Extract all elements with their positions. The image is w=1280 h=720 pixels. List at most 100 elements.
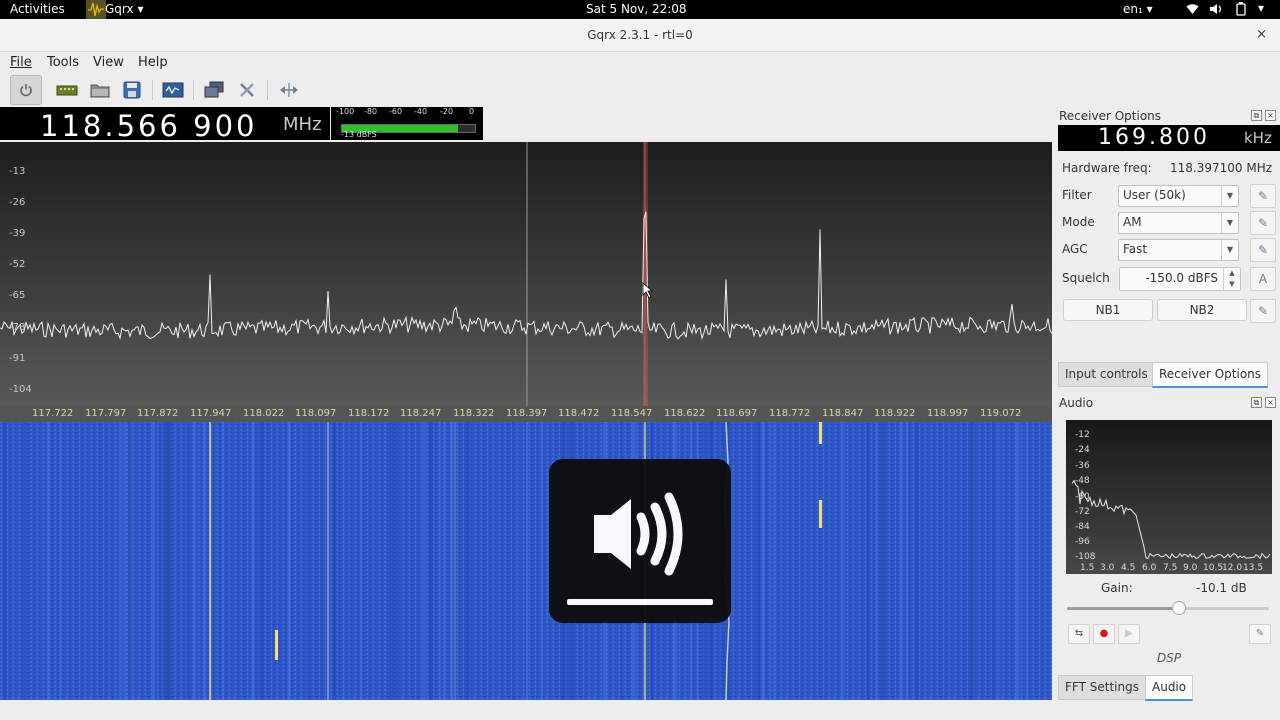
menu-tools[interactable]: Tools [47,55,79,70]
audio-y-tick: -72 [1075,507,1090,517]
window-title: Gqrx 2.3.1 - rtl=0 [587,28,693,42]
close-panel-icon[interactable]: × [1265,110,1276,121]
spectrum-plot[interactable]: -13 -26 -39 -52 -65 -78 -91 -104 [0,142,1052,406]
x-axis-tick: 118.472 [558,408,600,419]
hardware-freq-value: 118.397100 MHz [1170,161,1273,175]
receiver-options-title: Receiver Options [1059,109,1162,123]
udp-stream-button[interactable]: ⇆ [1068,624,1090,644]
noise-blanker-settings-button[interactable]: ✎ [1250,299,1276,323]
meter-scale-label: -60 [389,107,403,116]
battery-icon[interactable] [1236,2,1246,19]
close-window-button[interactable]: × [1256,27,1267,42]
signal-meter: -100 -80 -60 -40 -20 0 -13 dBFS [331,107,483,140]
menu-view[interactable]: View [93,55,124,70]
fullscreen-button[interactable] [276,77,302,103]
menu-help[interactable]: Help [138,55,168,70]
save-button[interactable] [119,77,145,103]
fullscreen-icon [280,83,298,97]
meter-scale-label: -80 [364,107,378,116]
float-panel-icon[interactable]: ⧉ [1251,397,1262,408]
spin-arrows-icon[interactable]: ▲ ▼ [1223,268,1240,290]
power-button[interactable] [10,75,42,105]
filter-offset-display[interactable]: 169.800 kHz [1058,125,1280,151]
agc-settings-button[interactable]: ✎ [1250,238,1276,262]
nb1-button[interactable]: NB1 [1063,299,1153,321]
play-button[interactable]: ▶ [1118,624,1140,644]
x-axis-tick: 118.097 [295,408,337,419]
tab-receiver-options[interactable]: Receiver Options [1152,362,1269,388]
x-axis-tick: 117.947 [190,408,232,419]
frequency-display[interactable]: 118.566 900 MHz [0,107,330,143]
audio-y-tick: -48 [1075,476,1090,486]
audio-x-tick: 7.5 [1163,563,1178,573]
x-axis-tick: 117.797 [85,408,127,419]
meter-scale-label: -40 [414,107,428,116]
record-button[interactable]: ● [1093,624,1115,644]
screenshot-icon [162,82,184,98]
x-axis-tick: 117.872 [137,408,179,419]
meter-level-label: -13 dBFS [341,130,377,139]
x-axis-tick: 118.697 [716,408,758,419]
audio-x-tick: 13.5 [1243,563,1264,573]
x-axis-tick: 118.922 [874,408,916,419]
configure-device-button[interactable] [201,77,227,103]
audio-x-tick: 6.0 [1142,563,1157,573]
toolbar [0,74,1280,106]
app-menu-button[interactable]: Gqrx ▾ [105,2,144,16]
spectrum-trace [0,211,1052,341]
close-panel-icon[interactable]: × [1265,397,1276,408]
hardware-icon [56,85,78,96]
squelch-spinbox[interactable]: -150.0 dBFS ▲ ▼ [1119,267,1241,291]
frequency-unit: MHz [283,114,322,135]
filter-settings-button[interactable]: ✎ [1250,184,1276,208]
gain-slider-fill [1067,607,1179,610]
tab-input-controls[interactable]: Input controls [1058,362,1155,387]
settings-icon [240,83,254,97]
nb2-button[interactable]: NB2 [1157,299,1247,321]
float-panel-icon[interactable]: ⧉ [1251,110,1262,121]
audio-x-tick: 1.5 [1080,563,1095,573]
chevron-down-icon: ▼ [1221,240,1238,260]
configure-device-icon [204,81,224,98]
screenshot-button[interactable] [160,77,186,103]
x-axis-tick: 118.622 [664,408,706,419]
volume-icon[interactable] [1209,3,1224,18]
settings-icon: ✎ [1255,628,1265,639]
frequency-value[interactable]: 118.566 900 [40,109,258,143]
gain-label: Gain: [1101,581,1133,595]
mode-select[interactable]: AM ▼ [1118,212,1239,234]
wifi-icon[interactable] [1186,3,1199,18]
volume-osd [549,459,731,623]
audio-spectrum-plot: -12 -24 -36 -48 -60 -72 -84 -96 -108 1.5… [1066,420,1272,574]
audio-y-tick: -24 [1075,445,1090,455]
audio-x-tick: 12.0 [1222,563,1243,573]
clock[interactable]: Sat 5 Nov, 22:08 [586,2,687,16]
open-button[interactable] [87,77,113,103]
gain-slider[interactable] [1067,601,1269,615]
agc-select[interactable]: Fast ▼ [1118,239,1239,261]
squelch-auto-button[interactable]: A [1250,267,1276,291]
speaker-icon [594,492,683,576]
activities-button[interactable]: Activities [10,2,65,16]
record-icon: ● [1099,628,1109,639]
window-titlebar: Gqrx 2.3.1 - rtl=0 × [0,19,1280,52]
hardware-button[interactable] [54,77,80,103]
waterfall-display[interactable] [0,422,1052,700]
filter-offset-value[interactable]: 169.800 [1098,125,1210,150]
x-axis-tick: 118.247 [400,408,442,419]
mode-settings-button[interactable]: ✎ [1250,211,1276,235]
audio-settings-button[interactable]: ✎ [1249,624,1271,644]
gain-slider-handle[interactable] [1172,601,1187,615]
settings-button[interactable] [234,77,260,103]
input-language-menu[interactable]: en₁ ▾ [1123,2,1153,16]
system-menu-arrow[interactable]: ▾ [1258,1,1264,15]
filter-select[interactable]: User (50k) ▼ [1118,185,1239,207]
mode-label: Mode [1062,215,1095,229]
audio-y-tick: -96 [1075,537,1090,547]
tab-fft-settings[interactable]: FFT Settings [1058,675,1146,700]
tab-audio[interactable]: Audio [1145,675,1194,701]
audio-spectrum-trace [1071,479,1271,560]
y-axis-tick: -26 [9,197,26,208]
x-axis-tick: 119.072 [980,408,1022,419]
menu-file[interactable]: File [10,55,32,70]
